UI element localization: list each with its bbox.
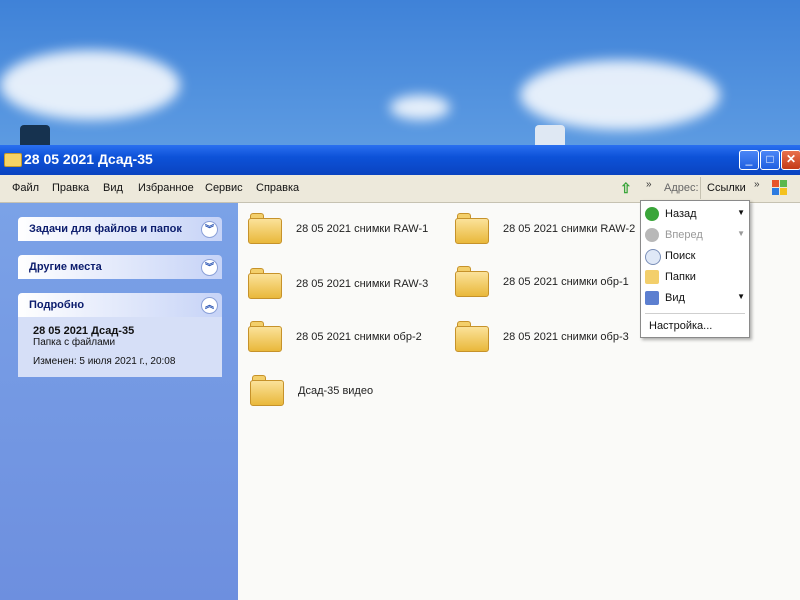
folder-label: 28 05 2021 снимки RAW-3 (296, 278, 429, 290)
desktop-cloud (520, 60, 720, 130)
folder-icon (250, 374, 284, 406)
menu-item-view-label: Вид (665, 292, 685, 304)
folders-icon (645, 270, 659, 284)
menu-file[interactable]: Файл (12, 182, 39, 194)
menu-item-back-label: Назад (665, 208, 697, 220)
menu-tools[interactable]: Сервис (205, 182, 243, 194)
desktop-cloud (0, 50, 180, 120)
menu-item-forward-label: Вперед (665, 229, 703, 241)
links-chevron[interactable]: » (754, 179, 760, 190)
links-button[interactable]: Ссылки (700, 177, 752, 199)
panel-details[interactable]: Подробно ︽ (18, 293, 222, 317)
forward-arrow-icon (645, 228, 659, 242)
folder-icon (248, 212, 282, 244)
dropdown-arrow-icon: ▼ (737, 229, 745, 238)
details-type: Папка с файлами (33, 337, 116, 348)
menu-item-back[interactable]: Назад ▼ (641, 205, 749, 225)
expand-icon[interactable]: ︾ (201, 221, 218, 238)
close-button[interactable]: ✕ (781, 150, 800, 170)
expand-icon[interactable]: ︾ (201, 259, 218, 276)
folder-label: 28 05 2021 снимки RAW-1 (296, 223, 429, 235)
desktop-cloud (390, 95, 450, 120)
menu-edit[interactable]: Правка (52, 182, 89, 194)
panel-other-places[interactable]: Другие места ︾ (18, 255, 222, 279)
minimize-button[interactable]: _ (739, 150, 759, 170)
title-bar[interactable]: 28 05 2021 Дсад-35 _ □ ✕ (0, 145, 800, 175)
maximize-button[interactable]: □ (760, 150, 780, 170)
menu-favorites[interactable]: Избранное (138, 182, 194, 194)
menu-help[interactable]: Справка (256, 182, 299, 194)
folder-icon (455, 212, 489, 244)
menu-item-folders-label: Папки (665, 271, 696, 283)
menu-view[interactable]: Вид (103, 182, 123, 194)
folder-icon (248, 320, 282, 352)
panel-details-title: Подробно (29, 299, 85, 311)
menu-bar: Файл Правка Вид Избранное Сервис Справка… (0, 175, 800, 203)
folder-label: 28 05 2021 снимки обр-2 (296, 331, 422, 343)
folder-label: 28 05 2021 снимки обр-3 (503, 331, 629, 343)
panel-other-places-title: Другие места (29, 261, 102, 273)
dropdown-arrow-icon: ▼ (737, 208, 745, 217)
toolbar-chevron[interactable]: » (646, 179, 652, 190)
menu-item-view[interactable]: Вид ▼ (641, 289, 749, 309)
menu-item-customize[interactable]: Настройка... (641, 317, 749, 337)
folder-icon (4, 153, 22, 167)
menu-item-search[interactable]: Поиск (641, 247, 749, 267)
menu-item-customize-label: Настройка... (649, 320, 713, 332)
details-modified: Изменен: 5 июля 2021 г., 20:08 (33, 356, 176, 367)
folder-label: 28 05 2021 снимки RAW-2 (503, 223, 636, 235)
address-label: Адрес: (664, 182, 699, 194)
search-icon (645, 249, 661, 265)
folder-label: 28 05 2021 снимки обр-1 (503, 276, 629, 288)
menu-item-forward[interactable]: Вперед ▼ (641, 226, 749, 246)
details-name: 28 05 2021 Дсад-35 (33, 325, 135, 337)
toolbar-overflow-menu: Назад ▼ Вперед ▼ Поиск Папки Вид ▼ Настр… (640, 200, 750, 338)
folder-icon (455, 265, 489, 297)
windows-logo-icon (772, 180, 788, 196)
up-arrow-icon[interactable]: ⇧ (620, 180, 634, 196)
view-icon (645, 291, 659, 305)
folder-icon (455, 320, 489, 352)
folder-label: Дсад-35 видео (298, 385, 374, 397)
folder-icon (248, 267, 282, 299)
back-arrow-icon (645, 207, 659, 221)
dropdown-arrow-icon: ▼ (737, 292, 745, 301)
collapse-icon[interactable]: ︽ (201, 297, 218, 314)
menu-separator (645, 313, 745, 314)
menu-item-folders[interactable]: Папки (641, 268, 749, 288)
window-title: 28 05 2021 Дсад-35 (24, 151, 153, 167)
panel-file-tasks-title: Задачи для файлов и папок (29, 223, 182, 235)
panel-file-tasks[interactable]: Задачи для файлов и папок ︾ (18, 217, 222, 241)
menu-item-search-label: Поиск (665, 250, 696, 262)
details-body: 28 05 2021 Дсад-35 Папка с файлами Измен… (18, 317, 222, 377)
